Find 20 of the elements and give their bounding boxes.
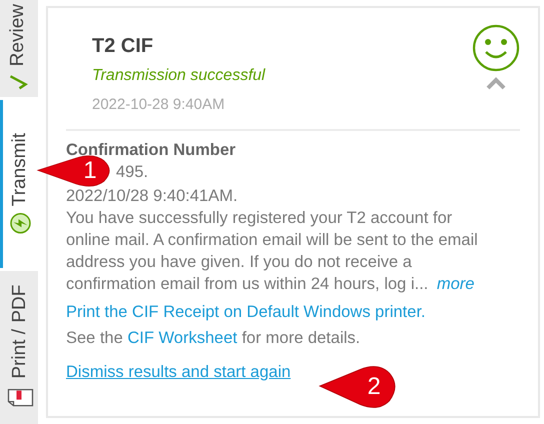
collapse-button[interactable] xyxy=(486,76,506,90)
confirmation-heading: Confirmation Number xyxy=(66,140,237,160)
print-receipt-link[interactable]: Print the CIF Receipt on Default Windows printer. xyxy=(66,300,486,322)
lightning-icon xyxy=(10,212,32,235)
message-paragraph: You have successfully registered your T2 account for online mail. A confirmation email will be sent to the email address you have given. If you do not receive a confirmation email from us within 24 hours, log i... more xyxy=(66,208,479,294)
smiley-icon xyxy=(472,24,520,72)
chevron-icon xyxy=(486,76,506,90)
date-text: 2022-10-28 9:40AM xyxy=(92,95,226,115)
confirmation-time: 2022/10/28 9:40:41AM. xyxy=(66,186,239,206)
more-link[interactable]: more xyxy=(436,274,474,292)
worksheet-sentence: See the CIF Worksheet for more details. xyxy=(66,328,362,348)
check-icon xyxy=(8,74,28,91)
confirmation-number: 495. xyxy=(116,162,148,182)
sidebar-tab[interactable]: Print / PDF xyxy=(0,271,38,424)
pdf-file-icon xyxy=(8,387,34,408)
dismiss-link[interactable]: Dismiss results and start again xyxy=(66,360,291,382)
sidebar-tab[interactable]: Review xyxy=(0,0,38,97)
form-title: T2 CIF xyxy=(92,34,154,58)
worksheet-link[interactable]: CIF Worksheet xyxy=(127,328,238,346)
status-text: Transmission successful xyxy=(92,66,266,86)
